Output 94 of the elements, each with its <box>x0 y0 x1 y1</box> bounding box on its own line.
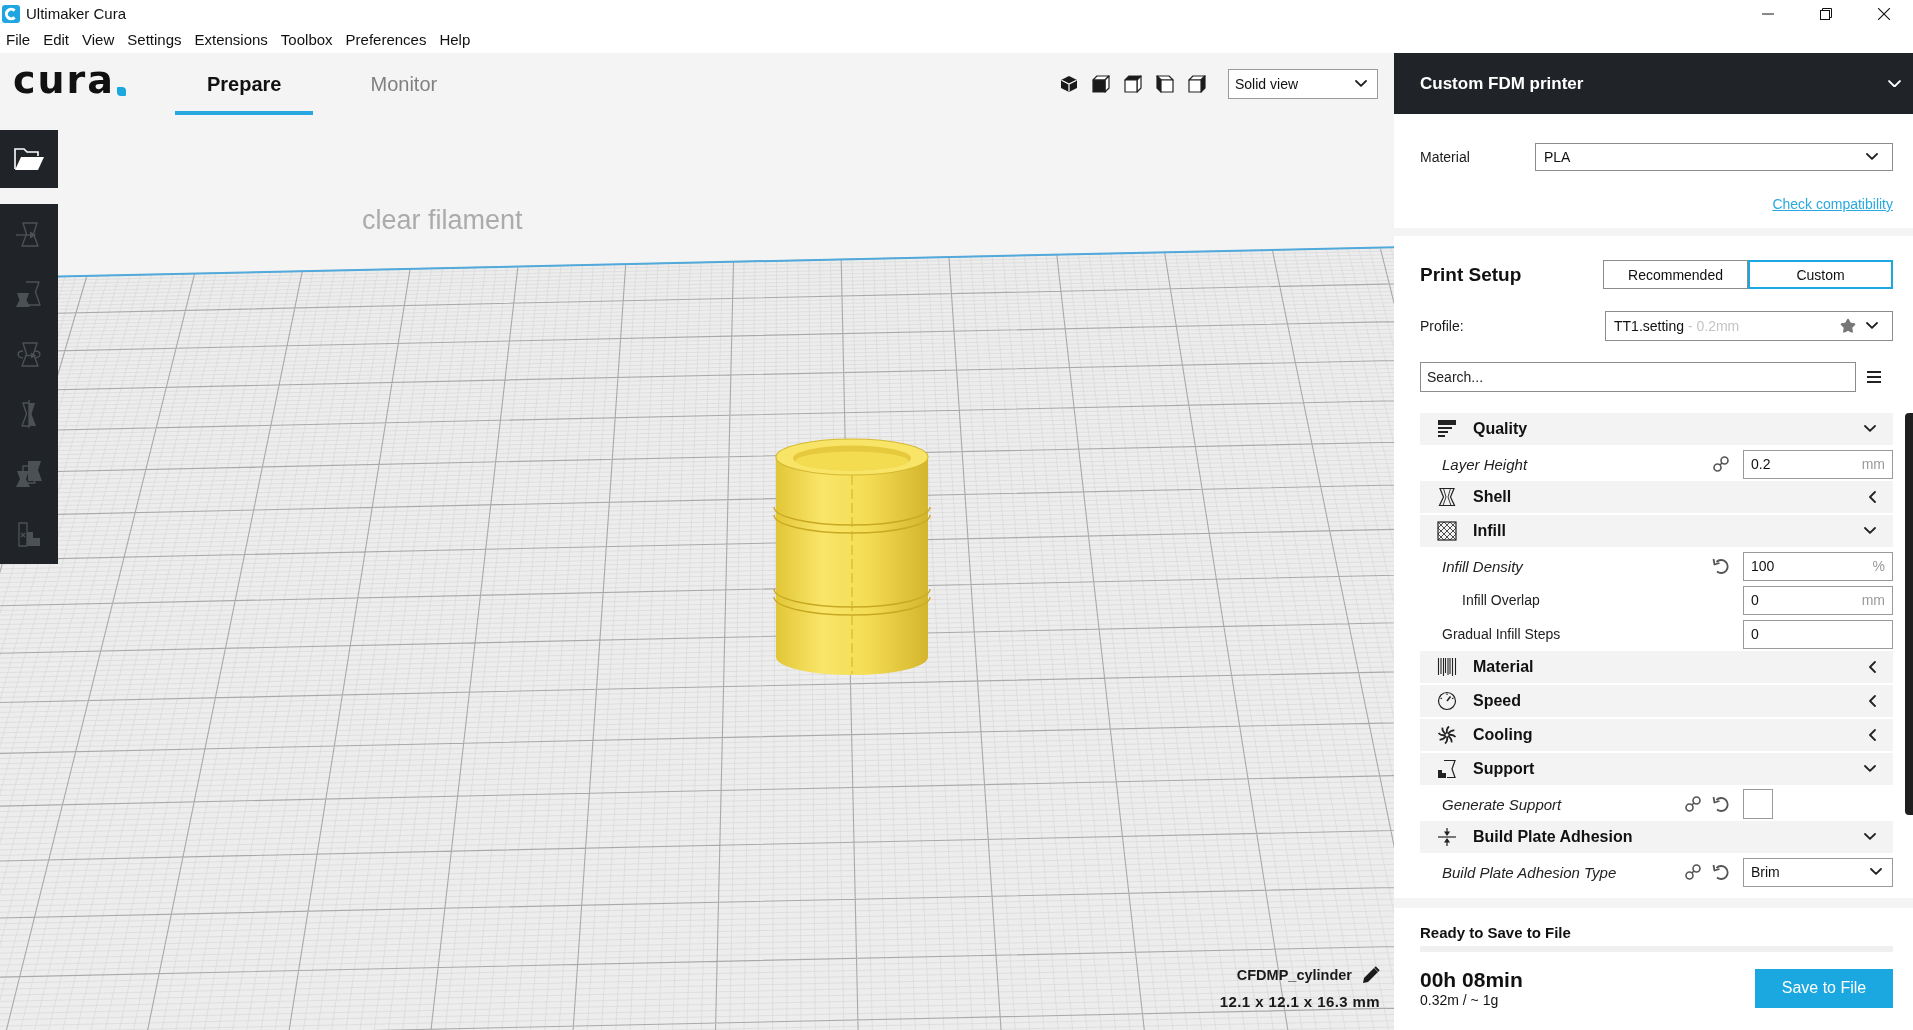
setting-field[interactable]: 0 <box>1743 619 1893 649</box>
gauge-icon <box>1437 691 1457 711</box>
chevron-down-icon <box>1864 833 1876 841</box>
camera-view-button[interactable] <box>1122 73 1144 95</box>
category-header[interactable]: Build Plate Adhesion <box>1420 821 1893 855</box>
menu-item[interactable]: Settings <box>127 30 182 50</box>
status-text: Ready to Save to File <box>1420 924 1572 942</box>
vase-scale-icon <box>14 279 44 309</box>
material-label: Material <box>1420 149 1470 165</box>
category-header[interactable]: Material <box>1420 651 1893 685</box>
mode-toggle[interactable]: Custom <box>1748 260 1893 289</box>
camera-view-button[interactable] <box>1090 73 1112 95</box>
vase-rotate-icon <box>14 339 44 369</box>
unit-label: mm <box>1861 456 1885 472</box>
cube-icon <box>1124 75 1142 93</box>
hourglass-outline-icon <box>1437 487 1457 507</box>
chevron-down-icon <box>1864 765 1876 773</box>
menu-item[interactable]: Edit <box>43 30 70 50</box>
search-field[interactable]: Search... <box>1420 362 1856 392</box>
chevron-down-icon <box>1864 425 1876 433</box>
star-icon <box>1840 318 1856 334</box>
menu-item[interactable]: Extensions <box>194 30 268 50</box>
chevron-down-icon <box>1866 322 1878 330</box>
mode-toggle[interactable]: Recommended <box>1603 260 1748 289</box>
cube-icon <box>1188 75 1206 93</box>
camera-view-button[interactable] <box>1058 73 1080 95</box>
reset-icon[interactable] <box>1712 557 1730 575</box>
stacked-vases-icon <box>14 459 44 489</box>
checkbox[interactable] <box>1743 789 1773 819</box>
printer-selector[interactable]: Custom FDM printer <box>1394 53 1913 114</box>
menu-item[interactable]: View <box>82 30 115 50</box>
support-shape-icon <box>1437 759 1457 779</box>
open-file-button[interactable] <box>0 130 58 188</box>
reset-icon[interactable] <box>1712 795 1730 813</box>
chevron-left-icon <box>1868 661 1876 673</box>
menu-item[interactable]: Toolbox <box>280 30 333 50</box>
setting-label: Layer Height <box>1442 455 1528 473</box>
category-header[interactable]: Shell <box>1420 481 1893 515</box>
chevron-down-icon <box>1864 527 1876 535</box>
chevron-left-icon <box>1868 729 1876 741</box>
view-mode-dropdown[interactable]: Solid view <box>1228 69 1378 99</box>
fan-icon <box>1437 725 1457 745</box>
camera-view-button[interactable] <box>1186 73 1208 95</box>
close-icon <box>1878 7 1890 20</box>
category-header[interactable]: Quality <box>1420 413 1893 447</box>
cube-icon <box>1156 75 1174 93</box>
chevron-down-icon <box>1355 80 1367 88</box>
chevron-left-icon <box>1868 491 1876 503</box>
unit-label: mm <box>1861 592 1885 608</box>
profile-dropdown[interactable]: TT1.setting - 0.2mm <box>1605 311 1893 341</box>
setting-label: Build Plate Adhesion Type <box>1442 863 1617 881</box>
cube-icon <box>1092 75 1110 93</box>
chevron-left-icon <box>1868 695 1876 707</box>
setting-label: Infill Density <box>1442 557 1523 575</box>
section-title: Print Setup <box>1420 263 1522 286</box>
stage-tab[interactable]: Monitor <box>338 53 470 115</box>
arrows-to-line-icon <box>1437 827 1457 847</box>
setting-label: Generate Support <box>1442 795 1562 813</box>
setting-label: Gradual Infill Steps <box>1442 626 1561 642</box>
chevron-down-icon <box>1866 153 1878 161</box>
pencil-icon[interactable] <box>1362 966 1380 984</box>
menu-icon <box>1867 371 1881 383</box>
chevron-down-icon <box>1870 868 1882 876</box>
print-time: 00h 08min <box>1420 967 1523 992</box>
chevron-down-icon <box>1888 79 1901 88</box>
crosshatch-square-icon <box>1437 521 1457 541</box>
window-title: Ultimaker Cura <box>26 5 127 22</box>
camera-view-button[interactable] <box>1154 73 1176 95</box>
category-header[interactable]: Speed <box>1420 685 1893 719</box>
stage-tab[interactable]: Prepare <box>174 53 314 115</box>
object-name: CFDMP_cylinder <box>1236 967 1352 983</box>
vertical-lines-icon <box>1437 657 1457 677</box>
profile-label: Profile: <box>1420 318 1464 334</box>
category-header[interactable]: Cooling <box>1420 719 1893 753</box>
setting-dropdown[interactable]: Brim <box>1743 857 1893 887</box>
category-header[interactable]: Infill <box>1420 515 1893 549</box>
scrollbar-thumb[interactable] <box>1905 413 1913 815</box>
filament-label: clear filament <box>362 205 523 235</box>
cube-icon <box>1060 75 1078 93</box>
minimize-icon <box>1762 12 1774 15</box>
menu-item[interactable]: Preferences <box>345 30 427 50</box>
bars-icon <box>1437 419 1457 439</box>
menu-item[interactable]: Help <box>439 30 471 50</box>
menu-item[interactable]: File <box>6 30 31 50</box>
folder-icon <box>13 146 45 172</box>
reset-icon[interactable] <box>1712 863 1730 881</box>
material-usage: 0.32m / ~ 1g <box>1420 991 1500 1009</box>
object-dimensions: 12.1 x 12.1 x 16.3 mm <box>1219 993 1380 1010</box>
restore-icon <box>1820 7 1832 20</box>
setting-label: Infill Overlap <box>1462 592 1540 608</box>
material-dropdown[interactable]: PLA <box>1535 143 1893 171</box>
logo-wordmark: cura <box>13 60 115 100</box>
unit-label: % <box>1872 558 1885 574</box>
category-header[interactable]: Support <box>1420 753 1893 787</box>
